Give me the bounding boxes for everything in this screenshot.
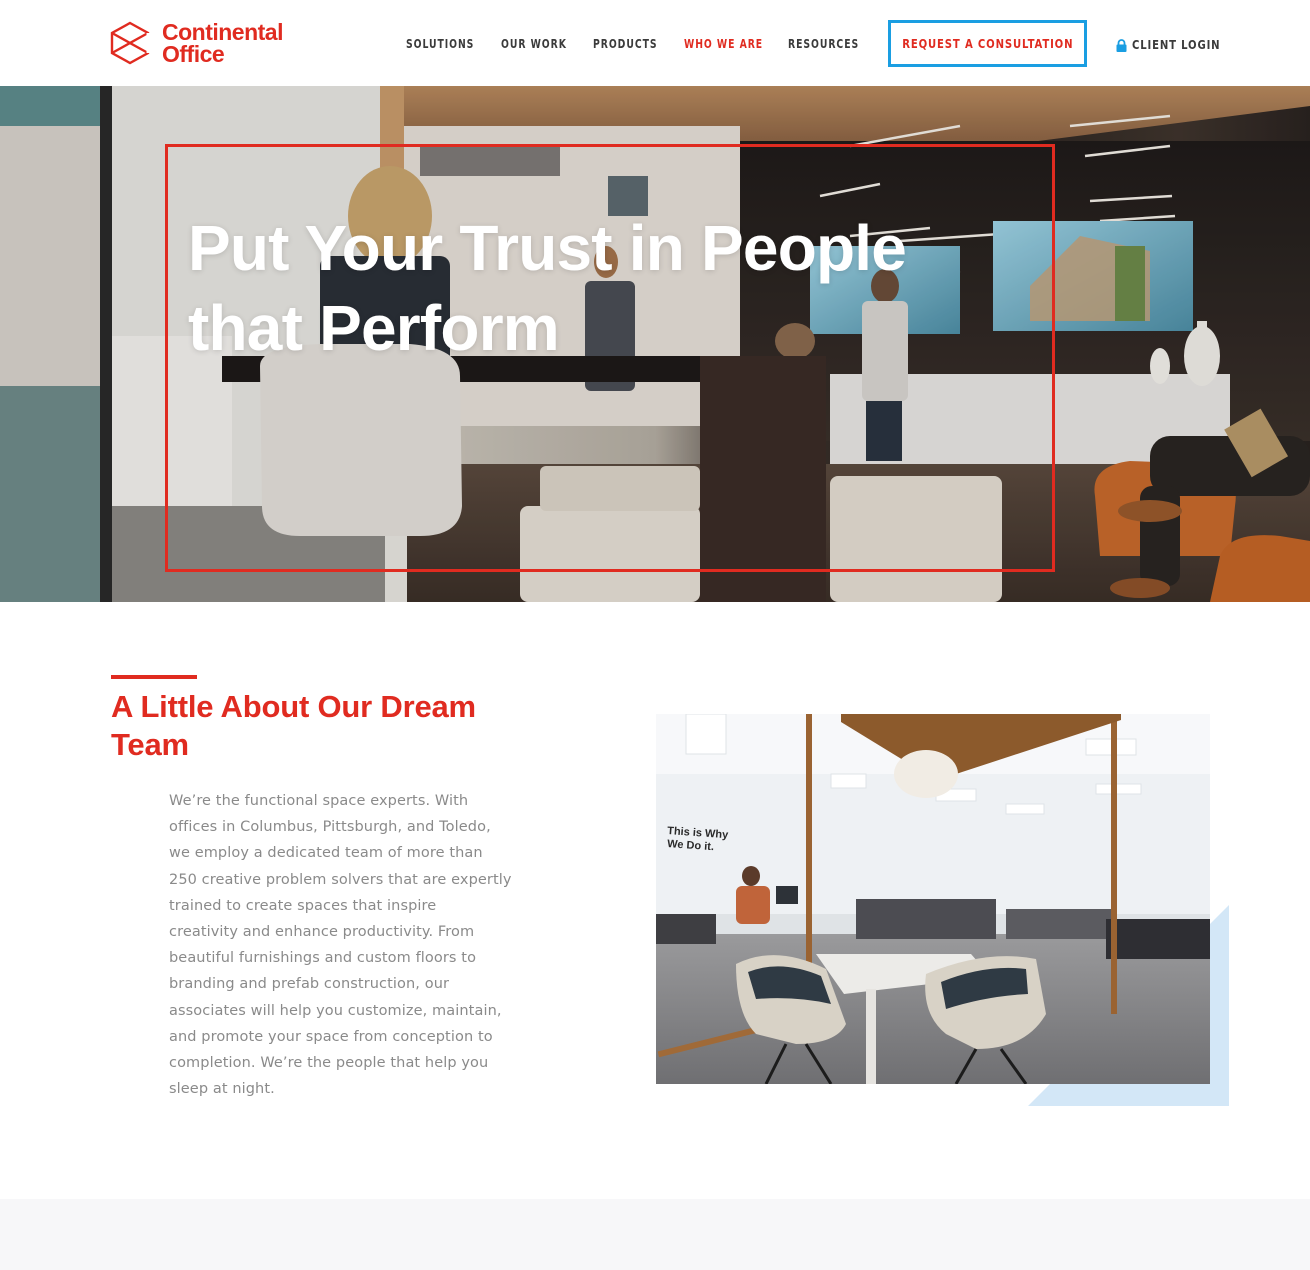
nav-item-our-work[interactable]: OUR WORK — [501, 37, 580, 51]
logo-line-2: Office — [162, 41, 225, 67]
client-login-link[interactable]: CLIENT LOGIN — [1116, 36, 1237, 54]
hero-banner: Put Your Trust in People that Perform — [0, 86, 1310, 602]
logo-wordmark: Continental Office — [162, 19, 284, 67]
about-body-line: offices in Columbus, Pittsburgh, and Tol… — [169, 819, 491, 836]
nav-item-products[interactable]: PRODUCTS — [593, 37, 671, 51]
logo-link[interactable]: Continental Office — [110, 19, 284, 67]
office-photo-scene: This is Why We Do it. — [656, 714, 1210, 1084]
nav-item-solutions[interactable]: SOLUTIONS — [406, 37, 488, 51]
about-body-line: beautiful furnishings and custom floors … — [169, 950, 477, 967]
about-body-text: We’re the functional space experts. With… — [169, 788, 541, 1102]
about-body-line: branding and prefab construction, our — [169, 976, 450, 993]
client-login-label: CLIENT LOGIN — [1132, 38, 1221, 52]
about-body-line: associates will help you customize, main… — [169, 1002, 502, 1019]
hero-title-line-1: Put Your Trust in People — [188, 212, 907, 284]
heading-accent-rule — [111, 675, 197, 679]
about-body-line: 250 creative problem solvers that are ex… — [169, 871, 512, 888]
about-body-line: we employ a dedicated team of more than — [169, 845, 483, 862]
about-body-line: and promote your space from conception t… — [169, 1028, 493, 1045]
about-body-line: completion. We’re the people that help y… — [169, 1055, 489, 1072]
hero-title-line-2: that Perform — [188, 292, 560, 364]
about-heading-line-2: Team — [111, 727, 189, 762]
about-body-line: trained to create spaces that inspire — [169, 897, 437, 914]
about-body-line: We’re the functional space experts. With — [169, 793, 469, 809]
lock-icon — [1116, 38, 1127, 52]
about-heading-line-1: A Little About Our Dream — [111, 689, 476, 724]
about-body-line: creativity and enhance productivity. Fro… — [169, 924, 475, 941]
logo-line-1: Continental — [162, 19, 284, 45]
nav-item-resources[interactable]: RESOURCES — [788, 37, 858, 51]
team-office-photo: This is Why We Do it. — [656, 714, 1210, 1084]
request-consultation-label: REQUEST A CONSULTATION — [901, 36, 1074, 51]
next-section-band — [0, 1199, 1310, 1270]
nav-item-who-we-are[interactable]: WHO WE ARE — [684, 37, 773, 51]
about-heading: A Little About Our Dream Team — [111, 688, 561, 764]
hero-title: Put Your Trust in People that Perform — [188, 208, 1048, 368]
cube-x-logo-icon — [110, 21, 150, 65]
request-consultation-button[interactable]: REQUEST A CONSULTATION — [888, 20, 1087, 67]
main-nav: SOLUTIONS OUR WORK PRODUCTS WHO WE ARE R… — [406, 34, 868, 54]
about-body-line: sleep at night. — [169, 1081, 275, 1098]
site-header: Continental Office SOLUTIONS OUR WORK PR… — [0, 0, 1310, 86]
